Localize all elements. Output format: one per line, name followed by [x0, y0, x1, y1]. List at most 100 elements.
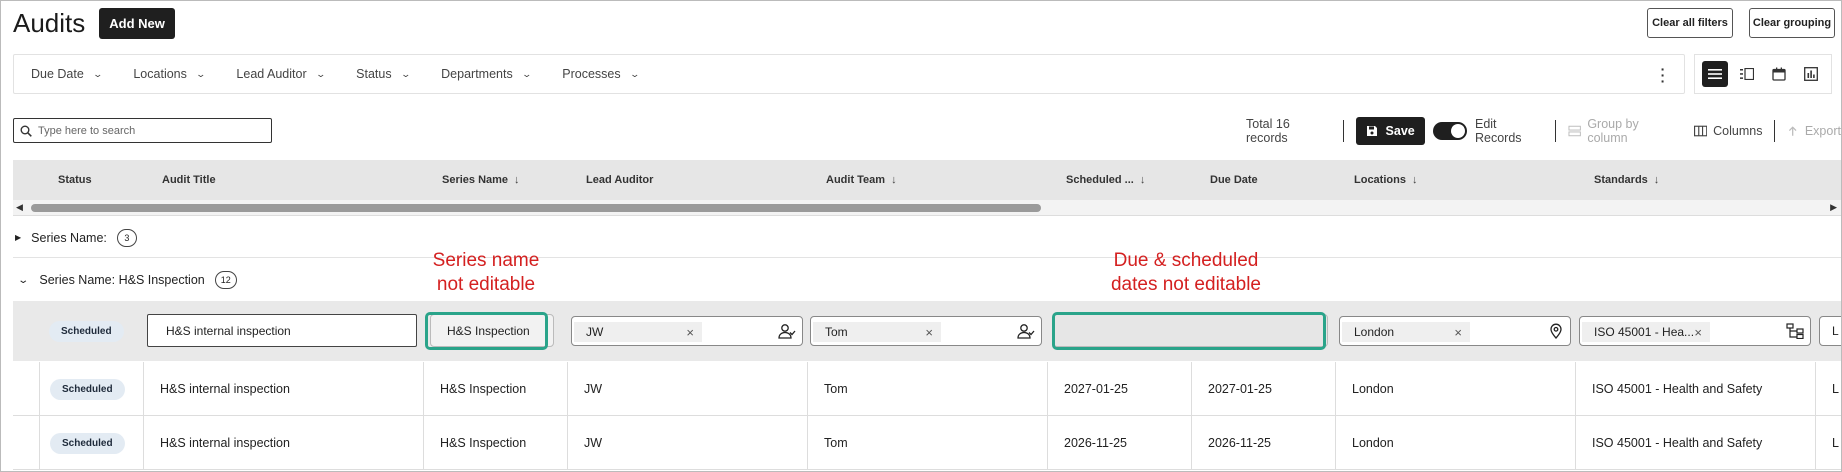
columns-button[interactable]: Columns — [1713, 124, 1762, 138]
sort-arrow-icon: ↓ — [1411, 174, 1418, 186]
cell-audit-title[interactable]: H&S internal inspection — [143, 362, 423, 416]
chevron-down-icon: ⌄ — [92, 68, 103, 79]
col-series-name[interactable]: Series Name ↓ — [442, 174, 520, 186]
table-row[interactable]: Scheduled H&S internal inspection H&S In… — [13, 362, 1841, 416]
cell-lead-auditor[interactable]: JW — [567, 416, 807, 470]
remove-icon[interactable]: × — [1694, 325, 1702, 340]
location-chip: London × — [1342, 322, 1470, 342]
page-header: Audits Add New — [13, 7, 175, 39]
sort-arrow-icon: ↓ — [1653, 174, 1660, 186]
cell-standard[interactable]: ISO 45001 - Health and Safety — [1575, 362, 1815, 416]
scroll-left-icon[interactable]: ◀ — [16, 202, 23, 213]
col-due-date[interactable]: Due Date — [1210, 174, 1258, 186]
filter-due-date[interactable]: Due Date ⌄ — [31, 67, 113, 81]
edit-records-toggle[interactable] — [1432, 122, 1467, 140]
chart-view-icon[interactable] — [1798, 61, 1824, 87]
col-standards[interactable]: Standards ↓ — [1594, 174, 1659, 186]
divider — [1342, 120, 1344, 142]
cell-location[interactable]: London — [1335, 362, 1575, 416]
chip-label: ISO 45001 - Hea... — [1594, 325, 1695, 339]
edit-records-label: Edit Records — [1474, 117, 1522, 145]
filter-label: Processes — [562, 67, 621, 81]
filter-bar: Due Date ⌄ Locations ⌄ Lead Auditor ⌄ Statu… — [13, 54, 1685, 94]
save-icon — [1366, 126, 1377, 136]
expand-icon[interactable]: ▶ — [15, 233, 21, 242]
col-audit-title[interactable]: Audit Title — [162, 174, 216, 186]
cell-next[interactable]: L — [1815, 362, 1841, 416]
detail-view-icon[interactable] — [1734, 61, 1760, 87]
col-label: Standards — [1594, 174, 1648, 186]
hierarchy-icon[interactable] — [1786, 323, 1804, 339]
group-header[interactable]: ▶ Series Name: 3 — [13, 218, 1841, 258]
add-new-button[interactable]: Add New — [99, 7, 175, 39]
status-badge: Scheduled — [50, 432, 125, 454]
edit-row: Scheduled H&S internal inspection H&S In… — [13, 301, 1841, 361]
page-title: Audits — [13, 7, 86, 38]
group-by-column-button[interactable]: Group by column — [1587, 117, 1678, 145]
cell-location[interactable]: London — [1335, 416, 1575, 470]
save-button[interactable]: Save — [1355, 117, 1425, 145]
filter-processes[interactable]: Processes ⌄ — [562, 67, 650, 81]
cell-audit-team[interactable]: Tom — [807, 416, 1047, 470]
cell-series-name: H&S Inspection — [423, 416, 567, 470]
cell-audit-title[interactable]: H&S internal inspection — [143, 416, 423, 470]
location-pin-icon[interactable] — [1548, 323, 1564, 339]
chip-label: JW — [586, 325, 604, 339]
total-records: Total 16 records — [1246, 117, 1290, 145]
standard-chip: ISO 45001 - Hea... × — [1582, 322, 1710, 342]
people-picker-icon[interactable] — [778, 323, 796, 339]
annotation-series: Series name not editable — [406, 249, 566, 297]
col-audit-team[interactable]: Audit Team ↓ — [826, 174, 897, 186]
remove-icon[interactable]: × — [686, 325, 694, 340]
sort-arrow-icon: ↓ — [514, 174, 520, 186]
search-placeholder: Type here to search — [38, 124, 136, 137]
col-label: Due Date — [1210, 174, 1258, 186]
collapse-icon[interactable]: ⌄ — [17, 275, 29, 286]
scroll-right-icon[interactable]: ▶ — [1830, 202, 1837, 213]
next-col-field[interactable]: L — [1819, 316, 1841, 346]
scrollbar-thumb[interactable] — [31, 204, 1041, 212]
annotation-dates: Due & scheduled dates not editable — [1081, 249, 1291, 297]
group-header[interactable]: ⌄ Series Name: H&S Inspection 12 — [13, 260, 1841, 300]
list-view-icon[interactable] — [1702, 61, 1728, 87]
cell-standard[interactable]: ISO 45001 - Health and Safety — [1575, 416, 1815, 470]
filter-label: Status — [356, 67, 392, 81]
filter-departments[interactable]: Departments ⌄ — [441, 67, 542, 81]
clear-all-filters-button[interactable]: Clear all filters — [1647, 8, 1733, 38]
remove-icon[interactable]: × — [925, 325, 933, 340]
series-name-highlight — [425, 312, 548, 350]
audit-team-field[interactable]: Tom × — [810, 316, 1042, 346]
export-button[interactable]: Export — [1805, 124, 1841, 138]
cell-audit-team[interactable]: Tom — [807, 362, 1047, 416]
col-scheduled[interactable]: Scheduled ... ↓ — [1066, 174, 1145, 186]
horizontal-scrollbar[interactable]: ◀ ▶ — [13, 200, 1841, 216]
filter-status[interactable]: Status ⌄ — [356, 67, 421, 81]
people-picker-icon[interactable] — [1017, 323, 1035, 339]
cell-next[interactable]: L — [1815, 416, 1841, 470]
dates-highlight — [1052, 312, 1326, 350]
audit-title-input[interactable]: H&S internal inspection — [147, 314, 417, 347]
chevron-down-icon: ⌄ — [195, 68, 206, 79]
col-label: Scheduled ... — [1066, 174, 1134, 186]
table-row[interactable]: Scheduled H&S internal inspection H&S In… — [13, 416, 1841, 470]
chevron-down-icon: ⌄ — [400, 68, 411, 79]
col-status[interactable]: Status — [58, 174, 92, 186]
annotation-dates-text: Due & scheduled dates not editable — [1110, 250, 1261, 295]
col-locations[interactable]: Locations ↓ — [1354, 174, 1417, 186]
cell-lead-auditor[interactable]: JW — [567, 362, 807, 416]
col-lead-auditor[interactable]: Lead Auditor — [586, 174, 653, 186]
filter-locations[interactable]: Locations ⌄ — [133, 67, 216, 81]
location-field[interactable]: London × — [1339, 316, 1571, 346]
calendar-view-icon[interactable] — [1766, 61, 1792, 87]
search-input[interactable]: Type here to search — [13, 118, 272, 143]
filter-label: Due Date — [31, 67, 84, 81]
clear-grouping-button[interactable]: Clear grouping — [1749, 8, 1835, 38]
filter-label: Locations — [133, 67, 187, 81]
more-options-icon[interactable]: · · · — [1660, 62, 1666, 88]
cell-series-name: H&S Inspection — [423, 362, 567, 416]
remove-icon[interactable]: × — [1454, 325, 1462, 340]
table-header: Status Audit Title Series Name ↓ Lead Aud… — [13, 160, 1841, 200]
lead-auditor-field[interactable]: JW × — [571, 316, 803, 346]
standard-field[interactable]: ISO 45001 - Hea... × — [1579, 316, 1811, 346]
filter-lead-auditor[interactable]: Lead Auditor ⌄ — [236, 67, 336, 81]
